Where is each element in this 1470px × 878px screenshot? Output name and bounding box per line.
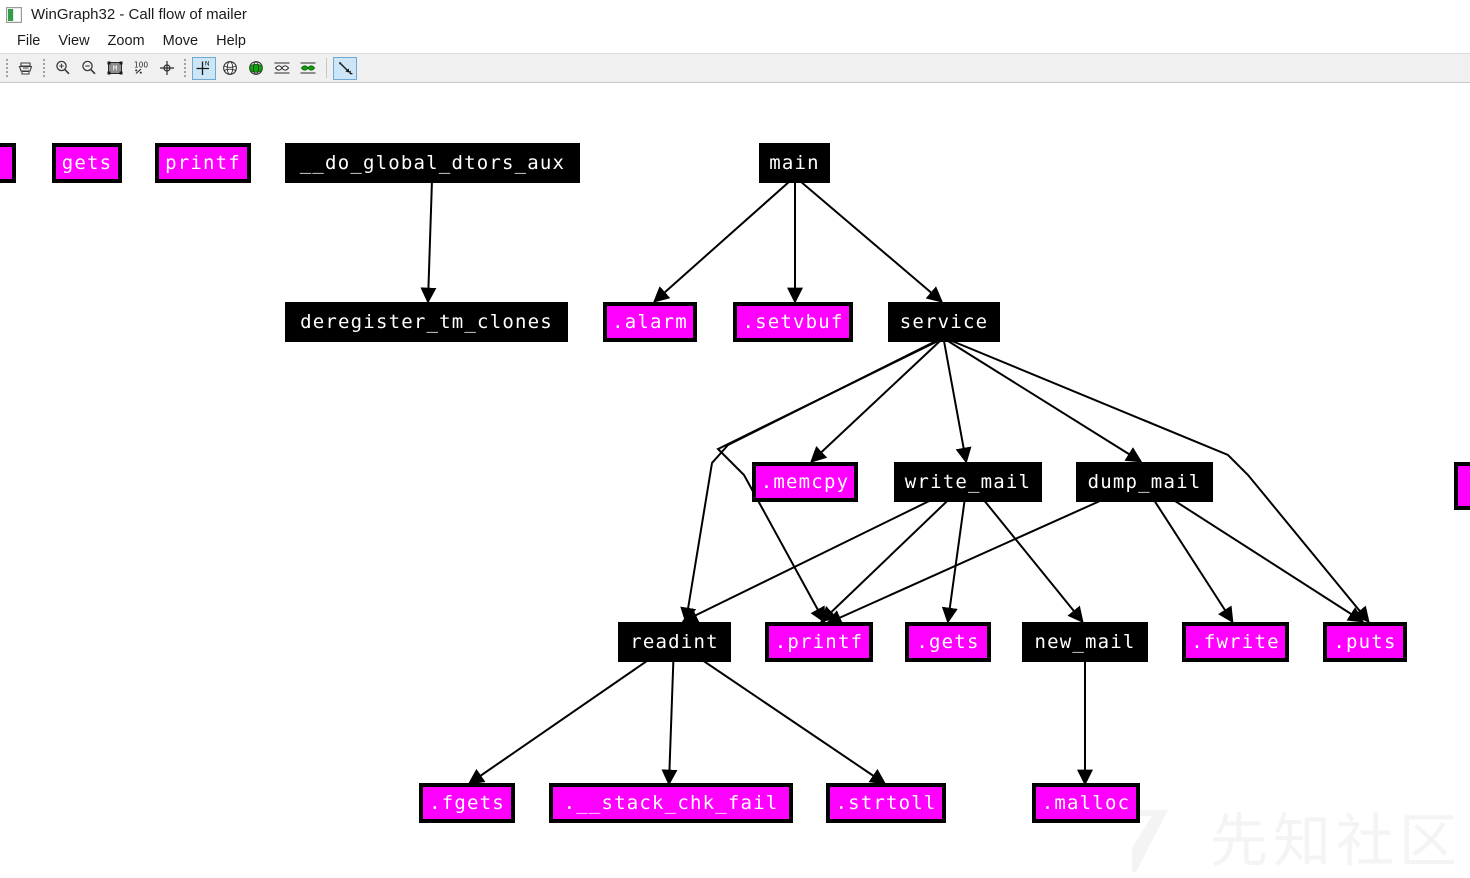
menu-bar: File View Zoom Move Help <box>0 29 1470 53</box>
zoom-100-button[interactable]: 100 <box>129 57 153 80</box>
graph-node-printf-top[interactable]: printf <box>155 143 251 183</box>
graph-node-main[interactable]: main <box>759 143 830 183</box>
menu-item-view[interactable]: View <box>49 31 98 51</box>
graph-node-dump-mail[interactable]: dump_mail <box>1076 462 1213 502</box>
graph-node-readint[interactable]: readint <box>618 622 731 662</box>
toolbar-grip-2[interactable] <box>41 57 48 79</box>
toolbar: M 100 N <box>0 53 1470 83</box>
svg-text:M: M <box>113 65 117 73</box>
graph-node-puts[interactable]: .puts <box>1323 622 1407 662</box>
fit-window-icon: M <box>106 59 124 77</box>
graph-node-fwrite[interactable]: .fwrite <box>1182 622 1289 662</box>
graph-node-do-global-dtors-aux[interactable]: __do_global_dtors_aux <box>285 143 580 183</box>
application-window: WinGraph32 - Call flow of mailer File Vi… <box>0 0 1470 878</box>
graph-node-gets-mid[interactable]: .gets <box>905 622 991 662</box>
print-button[interactable] <box>14 57 38 80</box>
globe-button[interactable] <box>218 57 242 80</box>
zoom-out-icon <box>80 59 98 77</box>
graph-node-gets-top[interactable]: gets <box>52 143 122 183</box>
graph-node-clipped-left[interactable] <box>0 143 16 183</box>
spread-button[interactable] <box>270 57 294 80</box>
menu-item-zoom[interactable]: Zoom <box>99 31 154 51</box>
graph-canvas[interactable]: 先知社区 gets printf __do_global_dtors_aux m… <box>0 83 1470 878</box>
zoom-100-icon: 100 <box>132 59 150 77</box>
spread-filled-icon <box>299 59 317 77</box>
graph-node-setvbuf[interactable]: .setvbuf <box>733 302 853 342</box>
diagonal-arrow-icon <box>336 59 354 77</box>
zoom-out-button[interactable] <box>77 57 101 80</box>
graph-edge-layer <box>420 179 1370 786</box>
watermark-text: 先知社区 <box>1209 807 1462 875</box>
menu-item-move[interactable]: Move <box>154 31 207 51</box>
fit-to-window-button[interactable]: M <box>103 57 127 80</box>
app-window-icon <box>6 6 22 23</box>
center-button[interactable] <box>155 57 179 80</box>
menu-item-file[interactable]: File <box>8 31 49 51</box>
menu-item-help[interactable]: Help <box>207 31 255 51</box>
title-bar: WinGraph32 - Call flow of mailer <box>0 0 1470 29</box>
graph-node-clipped-right[interactable] <box>1454 462 1470 510</box>
graph-node-strtoll[interactable]: .strtoll <box>826 783 946 823</box>
toolbar-grip-1[interactable] <box>4 57 11 79</box>
spread-icon <box>273 59 291 77</box>
globe-icon <box>221 59 239 77</box>
graph-node-service[interactable]: service <box>888 302 1000 342</box>
axes-n-icon: N <box>195 59 213 77</box>
globe-filled-button[interactable] <box>244 57 268 80</box>
spread-filled-button[interactable] <box>296 57 320 80</box>
graph-node-alarm[interactable]: .alarm <box>603 302 697 342</box>
toolbar-separator <box>326 58 327 78</box>
graph-node-deregister-tm-clones[interactable]: deregister_tm_clones <box>285 302 568 342</box>
arrow-tool-button[interactable] <box>333 56 357 80</box>
graph-node-stack-chk-fail[interactable]: .__stack_chk_fail <box>549 783 793 823</box>
graph-node-memcpy[interactable]: .memcpy <box>752 462 858 502</box>
globe-filled-icon <box>247 59 265 77</box>
window-title: WinGraph32 - Call flow of mailer <box>31 6 247 23</box>
watermark: 先知社区 <box>1122 806 1462 876</box>
zoom-in-button[interactable] <box>51 57 75 80</box>
zoom-in-icon <box>54 59 72 77</box>
graph-node-new-mail[interactable]: new_mail <box>1022 622 1148 662</box>
toolbar-grip-3[interactable] <box>182 57 189 79</box>
svg-text:100: 100 <box>134 61 149 70</box>
graph-node-fgets[interactable]: .fgets <box>419 783 515 823</box>
svg-text:N: N <box>205 60 210 68</box>
crosshair-icon <box>158 59 176 77</box>
normalize-button[interactable]: N <box>192 56 216 80</box>
graph-node-printf-mid[interactable]: .printf <box>765 622 873 662</box>
graph-node-malloc[interactable]: .malloc <box>1032 783 1140 823</box>
graph-node-write-mail[interactable]: write_mail <box>894 462 1042 502</box>
printer-icon <box>17 59 35 77</box>
